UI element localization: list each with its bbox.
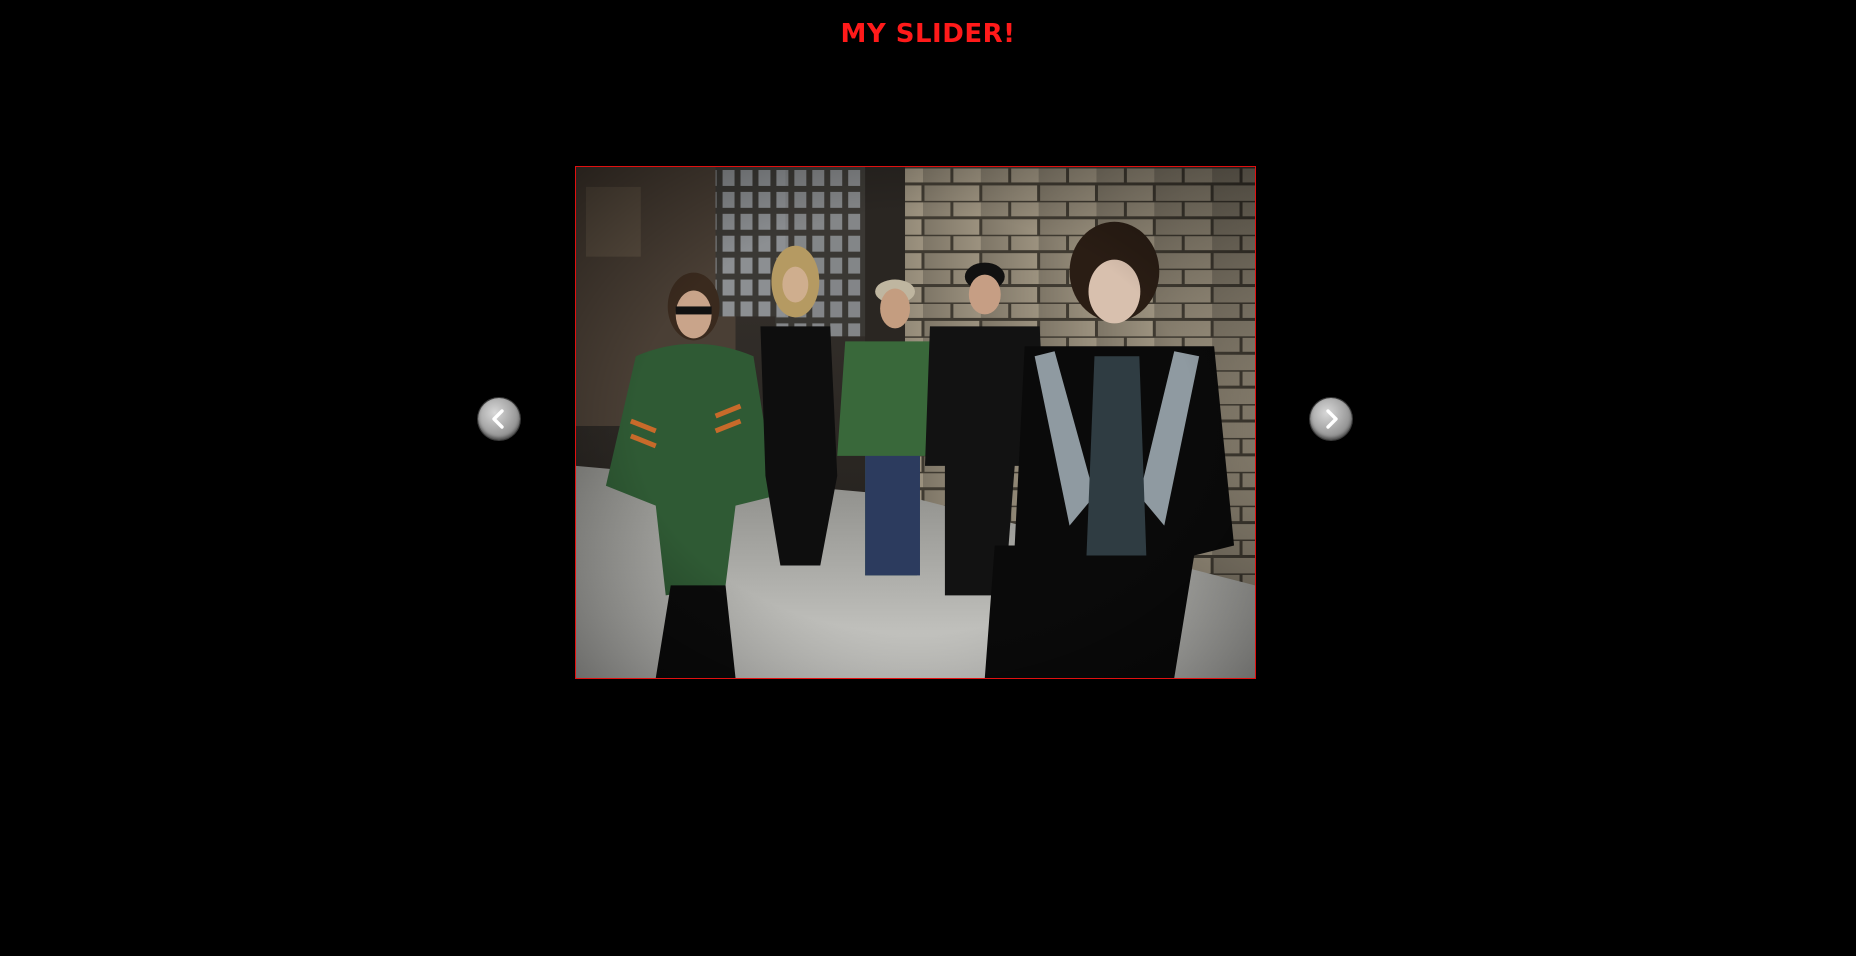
slide-image bbox=[576, 167, 1255, 678]
next-slide-button[interactable] bbox=[1310, 398, 1352, 440]
chevron-right-icon bbox=[1326, 409, 1338, 429]
slider-frame bbox=[575, 166, 1256, 679]
previous-slide-button[interactable] bbox=[478, 398, 520, 440]
chevron-left-icon bbox=[492, 409, 504, 429]
page-title: MY SLIDER! bbox=[840, 19, 1016, 49]
